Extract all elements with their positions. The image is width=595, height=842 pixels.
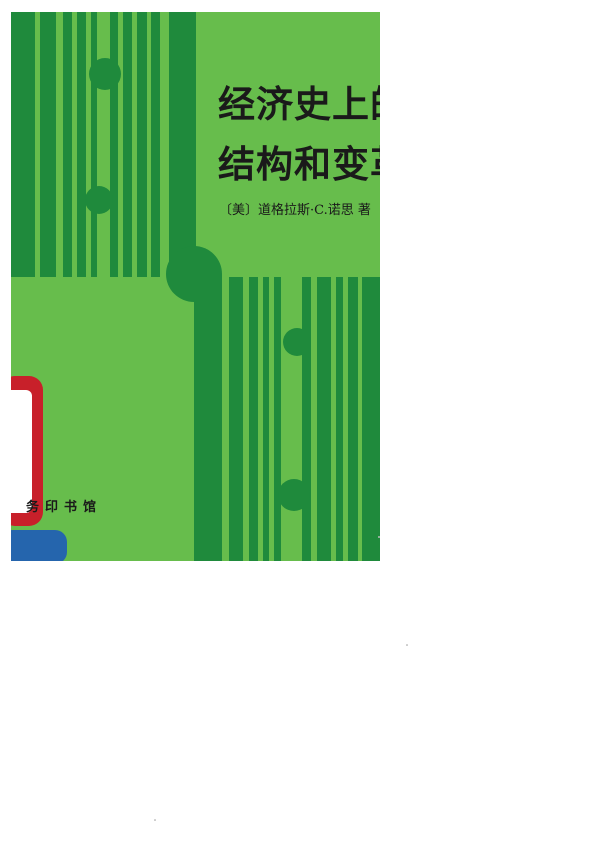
stripe: [11, 12, 35, 277]
sticker-blue-label: [11, 530, 67, 561]
top-stripe-group: [11, 12, 222, 302]
stripe: [151, 12, 160, 277]
stripe: [336, 277, 343, 561]
stripe: [77, 12, 86, 277]
stripe: [169, 12, 196, 277]
stripe: [263, 277, 269, 561]
half-circle: [85, 186, 113, 214]
stripe: [302, 277, 311, 561]
stripe: [194, 274, 222, 561]
half-circle: [89, 58, 121, 90]
book-title-line-1: 经济史上的: [218, 83, 380, 126]
stripe: [348, 277, 358, 561]
stripe: [229, 277, 243, 561]
stripe: [110, 12, 118, 277]
sticker-white-panel: [11, 390, 32, 513]
scan-speck: [154, 819, 156, 821]
author-line: 〔美〕道格拉斯·C.诺思 著: [219, 203, 371, 218]
half-circle: [278, 479, 310, 511]
stripe: [249, 277, 258, 561]
stripe: [317, 277, 331, 561]
bottom-stripe-group: [194, 274, 380, 561]
stripe: [63, 12, 72, 277]
stripe: [274, 277, 281, 561]
book-title-line-2: 结构和变革: [218, 143, 380, 186]
stripe: [362, 277, 380, 561]
stripe: [40, 12, 56, 277]
scan-speck: [406, 644, 408, 646]
half-circle: [283, 328, 311, 356]
stripe: [123, 12, 132, 277]
stripe: [137, 12, 147, 277]
book-cover: 经济史上的 结构和变革 〔美〕道格拉斯·C.诺思 著 务印书馆: [11, 12, 380, 561]
library-sticker: [11, 376, 67, 561]
publisher-name: 务印书馆: [26, 500, 103, 515]
stripe: [91, 12, 97, 277]
